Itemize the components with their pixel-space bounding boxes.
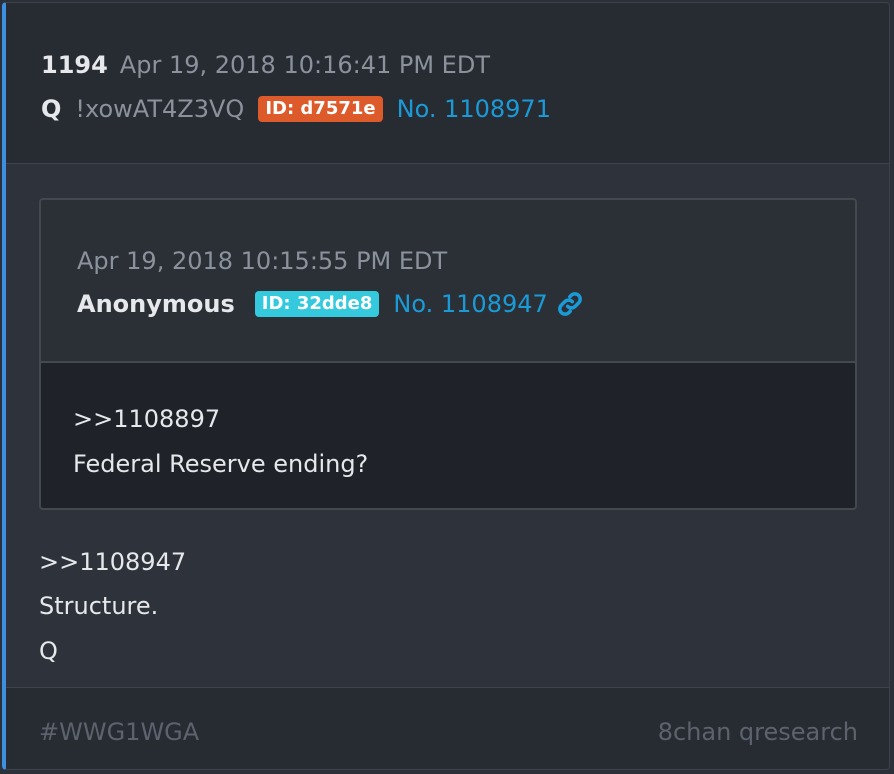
post-timestamp: Apr 19, 2018 10:16:41 PM EDT (119, 51, 490, 79)
quoted-id-badge: ID: 32dde8 (254, 291, 380, 317)
post-card: 1194 Apr 19, 2018 10:16:41 PM EDT Q !xowA… (2, 2, 890, 770)
post-number-link[interactable]: No. 1108971 (397, 93, 551, 125)
quoted-post-body: >>1108897 Federal Reserve ending? (41, 363, 855, 508)
quoted-post-header: Apr 19, 2018 10:15:55 PM EDT Anonymous I… (41, 200, 855, 363)
quoted-timestamp: Apr 19, 2018 10:15:55 PM EDT (77, 247, 448, 275)
post-meta-line: 1194 Apr 19, 2018 10:16:41 PM EDT (41, 49, 490, 81)
quoted-reply-link[interactable]: >>1108897 (73, 403, 220, 435)
post-text: Structure. (39, 592, 159, 620)
hashtag: #WWG1WGA (39, 718, 200, 746)
quoted-author-line: Anonymous ID: 32dde8 No. 1108947 (77, 288, 584, 320)
post-source: 8chan qresearch (657, 718, 858, 746)
post-id-badge: ID: d7571e (258, 96, 383, 122)
post-footer: #WWG1WGA 8chan qresearch (6, 687, 889, 769)
quoted-text: Federal Reserve ending? (73, 450, 369, 478)
quoted-post-number-link[interactable]: No. 1108947 (393, 288, 547, 320)
post-header: 1194 Apr 19, 2018 10:16:41 PM EDT Q !xowA… (6, 3, 889, 164)
post-author-line: Q !xowAT4Z3VQ ID: d7571e No. 1108971 (41, 93, 551, 125)
post-number: 1194 (41, 51, 108, 79)
post-tripcode: !xowAT4Z3VQ (75, 95, 245, 123)
post-author: Q (41, 95, 62, 123)
link-icon[interactable] (556, 290, 584, 318)
quoted-author: Anonymous (77, 290, 235, 318)
post-signature: Q (39, 637, 58, 665)
reply-link[interactable]: >>1108947 (39, 546, 186, 578)
quoted-post: Apr 19, 2018 10:15:55 PM EDT Anonymous I… (39, 198, 857, 510)
